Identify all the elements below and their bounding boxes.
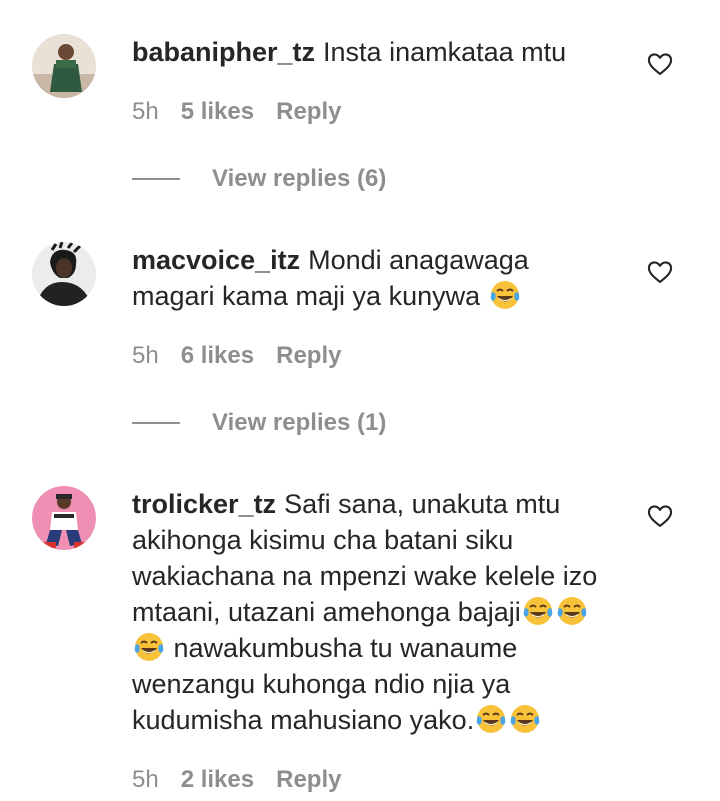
comment-body-line: wenzangu kuhonga ndio njia ya: [132, 669, 511, 699]
view-replies-button[interactable]: View replies (1): [212, 409, 386, 437]
likes-count[interactable]: 5 likes: [181, 98, 254, 125]
avatar-babanipher[interactable]: [32, 34, 96, 98]
comment-meta: 5h 6 likes Reply: [132, 342, 363, 370]
comment-username[interactable]: babanipher_tz: [132, 37, 315, 67]
comment-meta: 5h 2 likes Reply: [132, 766, 363, 794]
comment-body-line: kudumisha mahusiano yako.: [132, 705, 475, 735]
face-with-tears-of-joy-emoji: [134, 633, 164, 661]
comment-time: 5h: [132, 98, 159, 125]
comment-username[interactable]: trolicker_tz: [132, 489, 276, 519]
avatar-trolicker[interactable]: [32, 486, 96, 550]
reply-button[interactable]: Reply: [276, 342, 341, 369]
reply-button[interactable]: Reply: [276, 98, 341, 125]
comment-body-line: magari kama maji ya kunywa: [132, 281, 481, 311]
comment-body-line: Mondi anagawaga: [308, 245, 529, 275]
comment-body-line: mtaani, utazani amehonga bajaji: [132, 597, 521, 627]
face-with-tears-of-joy-emoji: [510, 705, 540, 733]
replies-divider: [132, 178, 180, 180]
comment-time: 5h: [132, 766, 159, 793]
comment-body-line: akihonga kisimu cha batani siku: [132, 525, 514, 555]
comment-body-line: wakiachana na mpenzi wake kelele izo: [132, 561, 598, 591]
comment-text: trolicker_tz Safi sana, unakuta mtu akiho…: [132, 486, 632, 738]
comment-meta: 5h 5 likes Reply: [132, 98, 363, 126]
comment-time: 5h: [132, 342, 159, 369]
comment-body-line: Safi sana, unakuta mtu: [284, 489, 561, 519]
view-replies[interactable]: View replies (6): [132, 163, 386, 195]
comment-body-line: nawakumbusha tu wanaume: [173, 633, 518, 663]
likes-count[interactable]: 2 likes: [181, 766, 254, 793]
comment-text: babanipher_tz Insta inamkataa mtu: [132, 34, 632, 70]
heart-outline-icon[interactable]: [646, 502, 674, 530]
face-with-tears-of-joy-emoji: [557, 597, 587, 625]
view-replies-button[interactable]: View replies (6): [212, 165, 386, 193]
face-with-tears-of-joy-emoji: [490, 281, 519, 309]
face-with-tears-of-joy-emoji: [523, 597, 553, 625]
comment-username[interactable]: macvoice_itz: [132, 245, 300, 275]
view-replies[interactable]: View replies (1): [132, 407, 386, 439]
heart-outline-icon[interactable]: [646, 258, 674, 286]
likes-count[interactable]: 6 likes: [181, 342, 254, 369]
comment-text: macvoice_itz Mondi anagawaga magari kama …: [132, 242, 632, 314]
comment-body: Insta inamkataa mtu: [323, 37, 567, 67]
replies-divider: [132, 422, 180, 424]
face-with-tears-of-joy-emoji: [476, 705, 506, 733]
reply-button[interactable]: Reply: [276, 766, 341, 793]
heart-outline-icon[interactable]: [646, 50, 674, 78]
avatar-macvoice[interactable]: [32, 242, 96, 306]
